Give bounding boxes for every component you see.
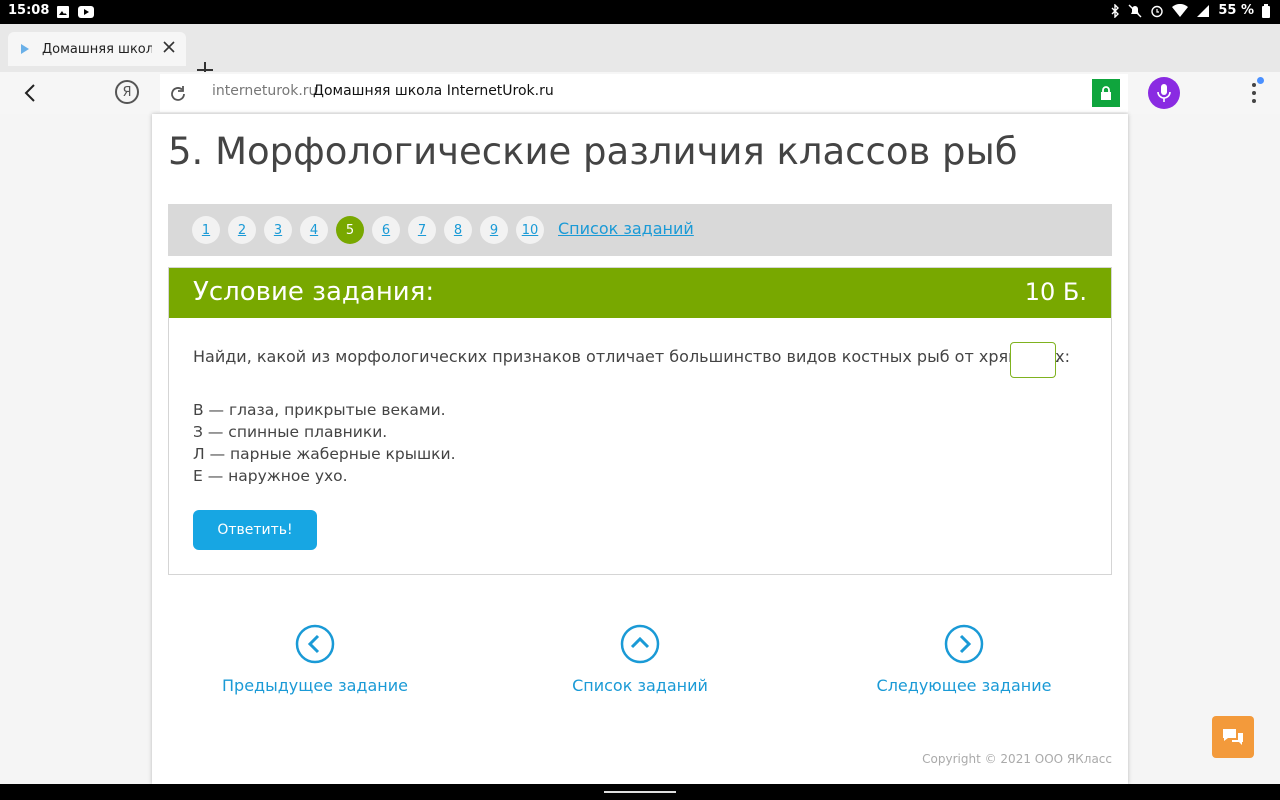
page-link-10[interactable]: 10 <box>516 216 544 244</box>
page-link-3[interactable]: 3 <box>264 216 292 244</box>
battery-icon <box>1262 3 1270 18</box>
lock-icon <box>1101 86 1111 100</box>
task-card: Условие задания: 10 Б. Найди, какой из м… <box>168 267 1112 575</box>
page-link-5-active[interactable]: 5 <box>336 216 364 244</box>
status-bar: 15:08 55 % <box>0 0 1280 24</box>
task-points: 10 Б. <box>1024 278 1087 306</box>
page-content: 5. Морфологические различия классов рыб … <box>152 114 1128 784</box>
alarm-icon <box>1151 5 1164 17</box>
chevron-right-circle-icon <box>944 624 984 664</box>
task-list-nav-label: Список заданий <box>572 676 708 695</box>
copyright: Copyright © 2021 ООО ЯКласс <box>922 752 1112 766</box>
browser-tab[interactable]: Домашняя школа <box>8 32 186 66</box>
task-list-nav-link[interactable]: Список заданий <box>520 624 760 695</box>
option-item: Е — наружное ухо. <box>193 467 348 485</box>
url-domain: interneturok.ru <box>212 83 318 99</box>
microphone-icon <box>1157 84 1171 102</box>
chat-icon <box>1223 729 1243 745</box>
page-link-9[interactable]: 9 <box>480 216 508 244</box>
status-system-icons: 55 % <box>1110 3 1270 18</box>
wifi-icon <box>1172 3 1189 17</box>
page-link-6[interactable]: 6 <box>372 216 400 244</box>
battery-percent: 55 % <box>1218 3 1254 18</box>
image-icon <box>57 6 69 18</box>
favicon-icon <box>21 44 29 54</box>
page-link-1[interactable]: 1 <box>192 216 220 244</box>
mute-icon <box>1128 4 1142 17</box>
question-period: . <box>1055 347 1061 366</box>
url-page-title: Домашняя школа InternetUrok.ru <box>313 83 554 99</box>
chevron-up-circle-icon <box>620 624 660 664</box>
voice-search-button[interactable] <box>1148 77 1180 109</box>
task-pager: 1 2 3 4 5 6 7 8 9 10 Список заданий <box>168 204 1112 256</box>
page-title: 5. Морфологические различия классов рыб <box>168 130 1018 173</box>
signal-icon <box>1197 4 1210 17</box>
task-question: Найди, какой из морфологических признако… <box>193 347 1070 366</box>
answer-input[interactable] <box>1010 342 1056 378</box>
page-link-2[interactable]: 2 <box>228 216 256 244</box>
page-link-4[interactable]: 4 <box>300 216 328 244</box>
status-notification-icons <box>56 5 94 19</box>
notification-dot <box>1257 77 1264 84</box>
more-menu-icon[interactable] <box>1244 81 1264 105</box>
prev-task-label: Предыдущее задание <box>222 676 408 695</box>
task-header: Условие задания: 10 Б. <box>169 268 1111 318</box>
page-link-8[interactable]: 8 <box>444 216 472 244</box>
address-bar: Я interneturok.ru Домашняя школа Interne… <box>0 72 1280 114</box>
task-condition-label: Условие задания: <box>193 277 435 307</box>
submit-answer-button[interactable]: Ответить! <box>193 510 317 550</box>
close-icon[interactable] <box>162 40 176 54</box>
option-item: З — спинные плавники. <box>193 423 388 441</box>
lock-badge[interactable] <box>1092 79 1120 107</box>
chevron-left-circle-icon <box>295 624 335 664</box>
bluetooth-icon <box>1111 3 1120 18</box>
page-link-7[interactable]: 7 <box>408 216 436 244</box>
tab-bar: Домашняя школа <box>0 24 1280 78</box>
yandex-button[interactable]: Я <box>115 80 139 104</box>
tab-title: Домашняя школа <box>42 41 152 57</box>
next-task-link[interactable]: Следующее задание <box>844 624 1084 695</box>
prev-task-link[interactable]: Предыдущее задание <box>195 624 435 695</box>
back-arrow-icon[interactable] <box>20 82 42 104</box>
next-task-label: Следующее задание <box>876 676 1052 695</box>
youtube-icon <box>78 6 94 18</box>
status-time: 15:08 <box>8 3 50 18</box>
system-nav-bar <box>0 784 1280 800</box>
answer-options: В — глаза, прикрытые веками. З — спинные… <box>193 399 456 487</box>
reload-icon[interactable] <box>168 84 188 104</box>
task-list-link[interactable]: Список заданий <box>558 219 694 238</box>
chat-button[interactable] <box>1212 716 1254 758</box>
option-item: В — глаза, прикрытые веками. <box>193 401 446 419</box>
home-gesture-pill[interactable] <box>604 791 676 793</box>
option-item: Л — парные жаберные крышки. <box>193 445 456 463</box>
